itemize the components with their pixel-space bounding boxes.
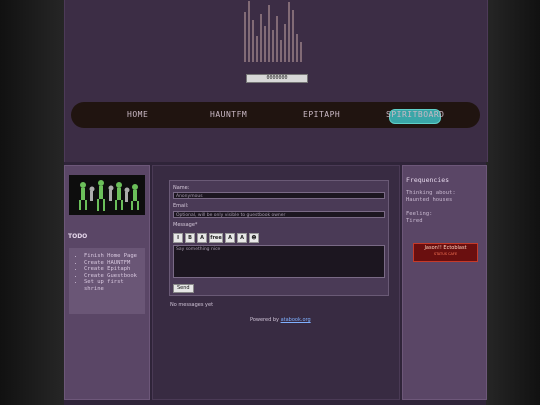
free-button[interactable]: free <box>209 233 223 243</box>
nav-hauntfm[interactable]: HAUNTFM <box>210 102 247 128</box>
empty-messages-text: No messages yet <box>170 302 214 308</box>
radio-bars-graphic <box>244 1 302 62</box>
todo-item: Create HAUNTFM <box>84 260 145 267</box>
thinking-value: Haunted houses <box>406 197 453 203</box>
bold-button[interactable]: B <box>185 233 195 243</box>
skeleton-dance-image <box>69 175 145 215</box>
site-header: 0000000 HOME HAUNTFM EPITAPH SPIRITBOARD <box>64 0 488 162</box>
nav-epitaph[interactable]: EPITAPH <box>303 102 340 128</box>
guestbook-panel: Name: Anonymous Email: Optional, will be… <box>152 165 400 400</box>
badge-text: Jason!! Ectoblast <box>424 245 467 251</box>
text-color-button[interactable]: A <box>197 233 207 243</box>
right-backdrop <box>486 0 540 405</box>
guestbook-form: Name: Anonymous Email: Optional, will be… <box>169 180 389 296</box>
status-cafe-badge[interactable]: Jason!! Ectoblast STATUS CAFE <box>413 243 478 262</box>
hit-counter: 0000000 <box>246 74 308 83</box>
main-nav: HOME HAUNTFM EPITAPH SPIRITBOARD <box>71 102 480 128</box>
todo-item: Set up first shrine <box>84 279 145 292</box>
name-field[interactable]: Anonymous <box>173 192 385 199</box>
message-textarea[interactable]: Say something nice <box>173 245 385 278</box>
todo-item: Create Epitaph <box>84 266 145 273</box>
frequencies-title: Frequencies <box>406 176 450 184</box>
message-label: Message* <box>173 222 198 228</box>
send-button[interactable]: Send <box>173 284 194 293</box>
left-sidebar: TODO Finish Home Page Create HAUNTFM Cre… <box>64 165 150 400</box>
powered-by: Powered by atabook.org <box>250 317 311 323</box>
name-label: Name: <box>173 185 190 191</box>
font-button[interactable]: A <box>225 233 235 243</box>
nav-home[interactable]: HOME <box>127 102 148 128</box>
nav-spiritboard[interactable]: SPIRITBOARD <box>386 102 444 128</box>
powered-prefix: Powered by <box>250 317 281 323</box>
page-body: TODO Finish Home Page Create HAUNTFM Cre… <box>64 162 487 405</box>
atabook-link[interactable]: atabook.org <box>281 317 311 323</box>
todo-item: Create Guestbook <box>84 273 145 280</box>
badge-subtext: STATUS CAFE <box>433 252 458 256</box>
email-label: Email: <box>173 203 189 209</box>
todo-title: TODO <box>68 233 88 240</box>
right-sidebar: Frequencies Thinking about: Haunted hous… <box>402 165 487 400</box>
format-toolbar: I B A free A A ☻ <box>173 233 259 243</box>
todo-list-box: Finish Home Page Create HAUNTFM Create E… <box>69 248 145 314</box>
emoji-icon[interactable]: ☻ <box>249 233 259 243</box>
todo-item: Finish Home Page <box>84 253 145 260</box>
feeling-label: Feeling: <box>406 211 433 217</box>
thinking-label: Thinking about: <box>406 190 456 196</box>
italic-button[interactable]: I <box>173 233 183 243</box>
highlight-button[interactable]: A <box>237 233 247 243</box>
feeling-value: Tired <box>406 218 423 224</box>
left-backdrop <box>0 0 64 405</box>
email-field[interactable]: Optional, will be only visible to guestb… <box>173 211 385 218</box>
